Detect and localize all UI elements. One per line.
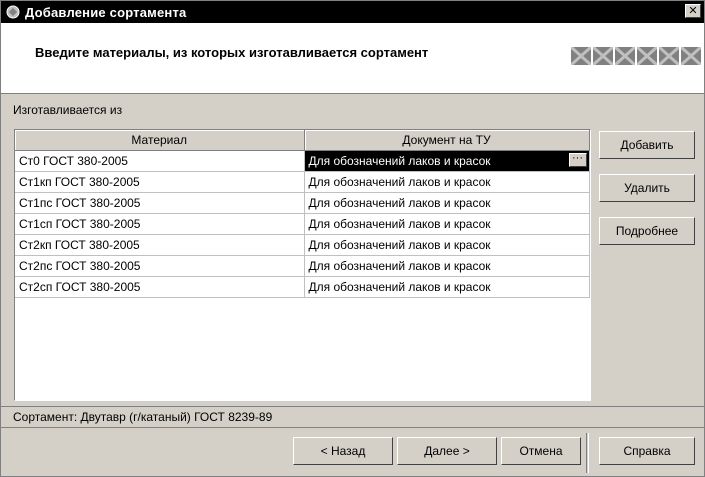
material-cell[interactable]: Ст1кп ГОСТ 380-2005: [15, 171, 305, 193]
close-icon: ✕: [688, 4, 698, 17]
dialog-window: Добавление сортамента ✕ Введите материал…: [0, 0, 705, 477]
step-icon: [615, 47, 635, 65]
app-icon: [6, 5, 20, 19]
document-cell[interactable]: Для обозначений лаков и красок: [304, 255, 590, 277]
document-cell[interactable]: Для обозначений лаков и красок: [304, 234, 590, 256]
next-button[interactable]: Далее >: [397, 437, 497, 465]
cancel-button[interactable]: Отмена: [501, 437, 581, 465]
material-cell[interactable]: Ст1сп ГОСТ 380-2005: [15, 213, 305, 235]
details-button[interactable]: Подробнее: [599, 217, 695, 245]
document-cell[interactable]: Для обозначений лаков и красок: [304, 171, 590, 193]
column-header-document[interactable]: Документ на ТУ: [304, 130, 590, 151]
material-cell[interactable]: Ст1пс ГОСТ 380-2005: [15, 192, 305, 214]
title-bar[interactable]: Добавление сортамента ✕: [1, 1, 704, 23]
document-cell[interactable]: Для обозначений лаков и красок: [304, 213, 590, 235]
column-header-material[interactable]: Материал: [15, 130, 305, 151]
materials-grid[interactable]: Материал Документ на ТУ Ст0 ГОСТ 380-200…: [14, 129, 591, 401]
material-cell[interactable]: Ст2кп ГОСТ 380-2005: [15, 234, 305, 256]
table-row[interactable]: Ст1пс ГОСТ 380-2005 Для обозначений лако…: [15, 192, 590, 214]
window-title: Добавление сортамента: [25, 4, 187, 20]
document-cell-text: Для обозначений лаков и красок: [308, 154, 491, 168]
help-button[interactable]: Справка: [599, 437, 695, 465]
wizard-header: Введите материалы, из которых изготавлив…: [1, 23, 704, 94]
status-bar: Сортамент: Двутавр (г/катаный) ГОСТ 8239…: [1, 406, 704, 428]
material-cell[interactable]: Ст0 ГОСТ 380-2005: [15, 150, 305, 172]
add-button[interactable]: Добавить: [599, 131, 695, 159]
material-cell[interactable]: Ст2пс ГОСТ 380-2005: [15, 255, 305, 277]
delete-button[interactable]: Удалить: [599, 174, 695, 202]
step-icon: [593, 47, 613, 65]
grid-header-row: Материал Документ на ТУ: [15, 130, 590, 151]
table-row[interactable]: Ст0 ГОСТ 380-2005 Для обозначений лаков …: [15, 150, 590, 172]
step-icon: [659, 47, 679, 65]
materials-table: Материал Документ на ТУ Ст0 ГОСТ 380-200…: [15, 130, 590, 298]
step-icon: [571, 47, 591, 65]
back-button[interactable]: < Назад: [293, 437, 393, 465]
table-row[interactable]: Ст2кп ГОСТ 380-2005 Для обозначений лако…: [15, 234, 590, 256]
table-row[interactable]: Ст1сп ГОСТ 380-2005 Для обозначений лако…: [15, 213, 590, 235]
ellipsis-button[interactable]: ···: [568, 153, 587, 167]
table-row[interactable]: Ст2пс ГОСТ 380-2005 Для обозначений лако…: [15, 255, 590, 277]
table-row[interactable]: Ст2сп ГОСТ 380-2005 Для обозначений лако…: [15, 276, 590, 298]
table-row[interactable]: Ст1кп ГОСТ 380-2005 Для обозначений лако…: [15, 171, 590, 193]
document-cell-selected[interactable]: Для обозначений лаков и красок ···: [304, 150, 590, 172]
document-cell[interactable]: Для обозначений лаков и красок: [304, 192, 590, 214]
close-button[interactable]: ✕: [685, 4, 701, 18]
material-cell[interactable]: Ст2сп ГОСТ 380-2005: [15, 276, 305, 298]
step-indicator: [571, 47, 701, 65]
button-separator: [586, 433, 589, 473]
step-icon: [637, 47, 657, 65]
step-icon: [681, 47, 701, 65]
section-label: Изготавливается из: [13, 103, 123, 117]
document-cell[interactable]: Для обозначений лаков и красок: [304, 276, 590, 298]
page-heading: Введите материалы, из которых изготавлив…: [35, 45, 429, 60]
